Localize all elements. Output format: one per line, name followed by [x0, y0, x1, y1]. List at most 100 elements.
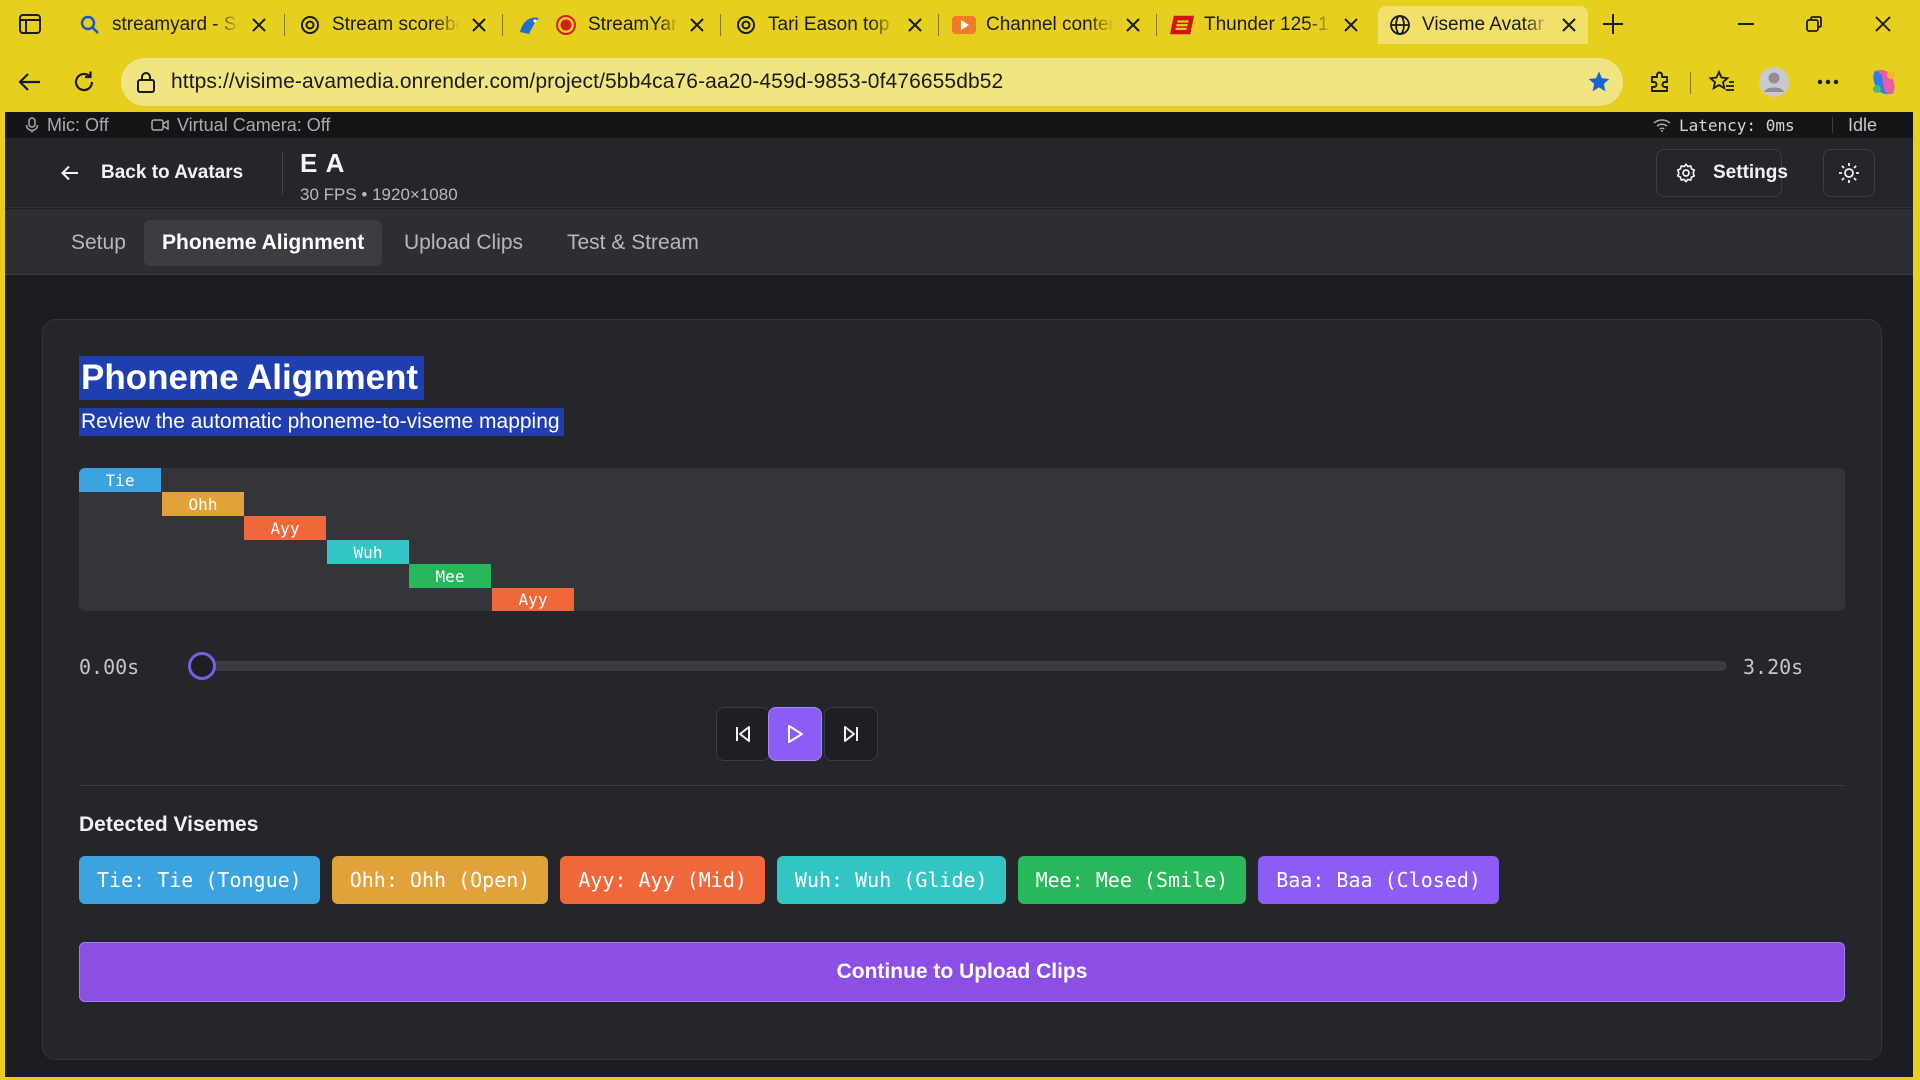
viseme-chip-mee[interactable]: Mee: Mee (Smile): [1017, 856, 1247, 904]
browser-tab-5[interactable]: Channel conten: [942, 6, 1152, 44]
arrow-left-icon: [61, 165, 79, 181]
back-label: Back to Avatars: [101, 162, 244, 183]
browser-tab-2[interactable]: Stream scorebo: [288, 6, 498, 44]
phoneme-alignment-card: Phoneme Alignment Review the automatic p…: [42, 319, 1882, 1060]
openai-icon: [298, 13, 322, 37]
viseme-chip-baa[interactable]: Baa: Baa (Closed): [1258, 856, 1499, 904]
tab-actions-button[interactable]: [14, 10, 46, 38]
play-button[interactable]: [768, 707, 822, 761]
skip-to-start-button[interactable]: [716, 707, 770, 761]
avatar-meta: 30 FPS • 1920×1080: [300, 185, 458, 204]
timeline-segment[interactable]: Mee: [409, 564, 491, 588]
scrubber-track[interactable]: [191, 661, 1727, 671]
wifi-icon: [1653, 118, 1671, 132]
section-divider: [79, 785, 1845, 786]
page-title: Phoneme Alignment: [79, 356, 425, 400]
tab-setup[interactable]: Setup: [53, 220, 144, 266]
connection-state: Idle: [1848, 114, 1878, 135]
search-icon: [78, 13, 102, 37]
parrot-icon: [516, 13, 544, 37]
back-button[interactable]: [10, 62, 50, 102]
refresh-icon: [72, 70, 96, 94]
close-icon[interactable]: [1560, 16, 1578, 34]
continue-to-upload-clips-button[interactable]: Continue to Upload Clips: [79, 942, 1845, 1002]
status-bar: Mic: Off Virtual Camera: Off Latency: 0m…: [5, 112, 1913, 138]
timeline-segment[interactable]: Ayy: [244, 516, 326, 540]
timeline-segment[interactable]: Wuh: [327, 540, 409, 564]
latency-text: Latency: 0ms: [1679, 115, 1795, 135]
browser-tab-6[interactable]: Thunder 125-12: [1160, 6, 1370, 44]
puzzle-icon: [1648, 70, 1672, 94]
profile-button[interactable]: [1754, 62, 1794, 102]
mic-status: Mic: Off: [25, 115, 109, 136]
camera-status-text: Virtual Camera: Off: [177, 114, 331, 135]
minimize-icon: [1738, 23, 1754, 25]
settings-button[interactable]: Settings: [1656, 149, 1788, 197]
skip-to-end-button[interactable]: [824, 707, 878, 761]
total-duration: 3.20s: [1743, 655, 1804, 679]
video-camera-icon: [151, 118, 169, 132]
play-icon: [786, 724, 804, 744]
timeline-segment[interactable]: Ayy: [492, 588, 574, 611]
tab-separator: [1156, 14, 1157, 36]
close-icon[interactable]: [1342, 16, 1360, 34]
viseme-chip-ohh[interactable]: Ohh: Ohh (Open): [331, 856, 549, 904]
close-window-button[interactable]: [1860, 8, 1906, 40]
favorites-button[interactable]: [1702, 62, 1742, 102]
viseme-chip-wuh[interactable]: Wuh: Wuh (Glide): [776, 856, 1006, 904]
latency-status: Latency: 0ms: [1653, 116, 1795, 135]
browser-tab-1[interactable]: streamyard - Se: [68, 6, 278, 44]
restore-button[interactable]: [1791, 8, 1837, 40]
close-icon[interactable]: [688, 16, 706, 34]
close-icon[interactable]: [470, 16, 488, 34]
header-divider: [282, 152, 283, 194]
mic-status-text: Mic: Off: [47, 114, 109, 135]
more-menu-button[interactable]: [1808, 62, 1848, 102]
tab-title: Tari Eason top 1: [768, 14, 896, 35]
plus-icon: [1602, 13, 1624, 35]
detected-visemes-heading: Detected Visemes: [79, 813, 259, 836]
page-subtitle: Review the automatic phoneme-to-viseme m…: [79, 408, 564, 436]
close-icon[interactable]: [906, 16, 924, 34]
scrubber-handle[interactable]: [188, 652, 216, 680]
new-tab-button[interactable]: [1597, 10, 1629, 38]
extensions-button[interactable]: [1640, 62, 1680, 102]
favorites-icon: [1709, 70, 1735, 94]
viseme-chip-ayy[interactable]: Ayy: Ayy (Mid): [560, 856, 765, 904]
espn-icon: [1170, 13, 1194, 37]
tab-upload-clips[interactable]: Upload Clips: [386, 220, 541, 266]
sun-icon: [1838, 162, 1860, 184]
tab-test-and-stream[interactable]: Test & Stream: [549, 220, 717, 266]
tab-title: Stream scorebo: [332, 14, 460, 35]
close-icon[interactable]: [1124, 16, 1142, 34]
sidebar-toggle-icon: [19, 14, 41, 34]
viseme-chip-list: Tie: Tie (Tongue) Ohh: Ohh (Open) Ayy: A…: [79, 856, 1499, 904]
url-text[interactable]: https://visime-avamedia.onrender.com/pro…: [171, 70, 1003, 94]
tab-separator: [720, 14, 721, 36]
browser-tab-4[interactable]: Tari Eason top 1: [724, 6, 934, 44]
skip-forward-icon: [842, 725, 860, 743]
tab-phoneme-alignment[interactable]: Phoneme Alignment: [144, 220, 383, 266]
tab-separator: [938, 14, 939, 36]
tab-separator: [502, 14, 503, 36]
copilot-button[interactable]: [1864, 62, 1904, 102]
favorite-star-icon[interactable]: [1587, 70, 1611, 94]
close-icon: [1875, 16, 1891, 32]
app-header: Back to Avatars E A 30 FPS • 1920×1080 S…: [5, 138, 1913, 208]
copilot-icon: [1869, 67, 1899, 97]
browser-tab-active[interactable]: Viseme Avatar S: [1378, 6, 1588, 44]
close-icon[interactable]: [250, 16, 268, 34]
tab-title: Thunder 125-12: [1204, 14, 1332, 35]
browser-tab-strip: streamyard - Se Stream scorebo StreamYar…: [0, 0, 1920, 48]
viseme-chip-tie[interactable]: Tie: Tie (Tongue): [79, 856, 320, 904]
refresh-button[interactable]: [64, 62, 104, 102]
timeline-segment[interactable]: Ohh: [162, 492, 244, 516]
theme-toggle-button[interactable]: [1823, 149, 1875, 197]
lock-icon[interactable]: [135, 71, 157, 93]
minimize-button[interactable]: [1723, 8, 1769, 40]
browser-tab-3[interactable]: StreamYard: [506, 6, 716, 44]
arrow-left-icon: [18, 72, 42, 92]
address-bar[interactable]: https://visime-avamedia.onrender.com/pro…: [121, 58, 1623, 106]
back-to-avatars-button[interactable]: Back to Avatars: [61, 138, 243, 208]
timeline-segment[interactable]: Tie: [79, 468, 161, 492]
